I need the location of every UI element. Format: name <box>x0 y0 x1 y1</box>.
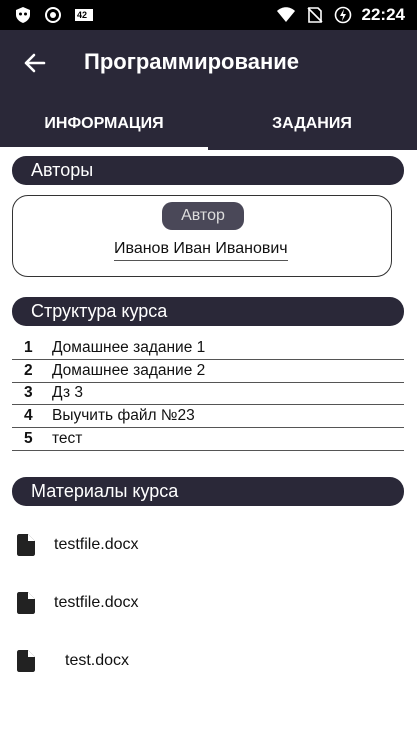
list-item[interactable]: 1 Домашнее задание 1 <box>12 337 404 360</box>
file-item[interactable]: testfile.docx <box>0 584 417 624</box>
file-icon <box>17 534 35 556</box>
item-number: 1 <box>24 338 33 356</box>
item-name: Домашнее задание 2 <box>52 361 206 379</box>
battery-icon <box>334 6 351 24</box>
author-role-chip: Автор <box>162 202 244 230</box>
file-name: testfile.docx <box>54 594 139 611</box>
item-number: 2 <box>24 361 33 379</box>
notification-badge-count: 42 <box>77 10 88 20</box>
item-name: тест <box>52 430 83 448</box>
file-name: testfile.docx <box>54 536 139 553</box>
active-tab-indicator <box>0 147 208 150</box>
tab-bar: ИНФОРМАЦИЯ ЗАДАНИЯ <box>0 98 417 150</box>
author-name[interactable]: Иванов Иван Иванович <box>114 240 288 261</box>
tab-information[interactable]: ИНФОРМАЦИЯ <box>0 98 208 150</box>
file-item[interactable]: test.docx <box>0 642 417 682</box>
item-name: Выучить файл №23 <box>52 407 195 425</box>
arrow-left-icon[interactable] <box>22 50 48 76</box>
list-item[interactable]: 4 Выучить файл №23 <box>12 405 404 429</box>
item-number: 5 <box>24 430 33 448</box>
item-number: 4 <box>24 407 33 425</box>
file-icon <box>17 650 35 672</box>
list-item[interactable]: 2 Домашнее задание 2 <box>12 360 404 383</box>
record-icon <box>45 7 61 23</box>
app-bar: Программирование <box>0 30 417 98</box>
notification-badge-icon: 42 <box>74 6 94 24</box>
list-item[interactable]: 3 Дз 3 <box>12 383 404 406</box>
tab-tasks[interactable]: ЗАДАНИЯ <box>208 98 416 150</box>
page-title: Программирование <box>84 49 299 74</box>
item-name: Дз 3 <box>52 384 84 402</box>
course-structure-list: 1 Домашнее задание 1 2 Домашнее задание … <box>12 337 404 451</box>
no-sim-icon <box>306 7 323 23</box>
item-number: 3 <box>24 384 33 402</box>
shield-icon <box>16 7 30 23</box>
file-name: test.docx <box>65 652 130 669</box>
wifi-icon <box>276 7 295 22</box>
materials-header: Материалы курса <box>12 477 404 506</box>
authors-header: Авторы <box>12 156 404 185</box>
clock: 22:24 <box>361 5 405 24</box>
file-icon <box>17 592 35 614</box>
course-structure-header: Структура курса <box>12 297 404 326</box>
status-bar: 42 22:24 <box>0 0 417 30</box>
list-item[interactable]: 5 тест <box>12 428 404 451</box>
file-item[interactable]: testfile.docx <box>0 526 417 566</box>
authors-card: Автор Иванов Иван Иванович <box>12 195 392 277</box>
item-name: Домашнее задание 1 <box>52 338 206 356</box>
